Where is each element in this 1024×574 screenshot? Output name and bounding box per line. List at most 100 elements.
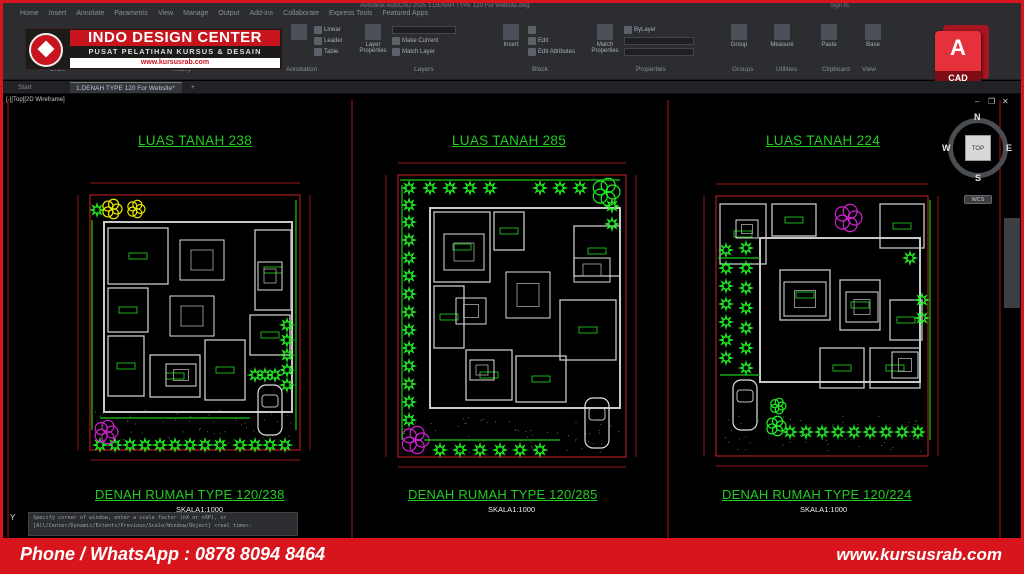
- command-line[interactable]: Specify corner of window, enter a scale …: [28, 512, 298, 536]
- grass-hatch: [169, 437, 170, 438]
- tab-annotate[interactable]: Annotate: [76, 10, 104, 22]
- drawing-canvas[interactable]: [0, 94, 1024, 538]
- tab-start[interactable]: Start: [12, 82, 38, 93]
- compass-west[interactable]: W: [942, 143, 951, 153]
- shrub-symbol: [554, 182, 566, 194]
- navigation-bar[interactable]: [1004, 218, 1020, 308]
- match-properties-icon: [597, 24, 613, 40]
- new-tab-button[interactable]: +: [185, 82, 201, 93]
- grass-hatch: [851, 439, 852, 440]
- paste-button[interactable]: Paste: [818, 24, 840, 48]
- leader-button[interactable]: Leader: [314, 37, 343, 45]
- grass-hatch: [481, 420, 482, 421]
- contact-banner: Phone / WhatsApp : 0878 8094 8464 www.ku…: [0, 538, 1024, 574]
- grass-hatch: [739, 438, 740, 439]
- base-view-button[interactable]: Base: [862, 24, 884, 48]
- tab-collaborate[interactable]: Collaborate: [283, 10, 319, 22]
- grass-hatch: [468, 417, 469, 418]
- insert-button[interactable]: Insert: [500, 24, 522, 48]
- room-wall: [205, 340, 245, 400]
- edit-block-button[interactable]: Edit: [528, 37, 548, 45]
- compass-south[interactable]: S: [975, 173, 981, 183]
- grass-hatch: [878, 416, 879, 417]
- compass-east[interactable]: E: [1006, 143, 1012, 153]
- grass-hatch: [576, 422, 577, 423]
- lineweight-dropdown[interactable]: [624, 48, 694, 56]
- grass-hatch: [495, 421, 496, 422]
- panel-label-groups[interactable]: Groups: [732, 66, 753, 73]
- grass-hatch: [575, 441, 576, 442]
- color-dropdown[interactable]: ByLayer: [624, 26, 656, 34]
- text-tool-button[interactable]: [288, 24, 310, 42]
- tab-home[interactable]: Home: [20, 10, 39, 22]
- panel-label-utilities[interactable]: Utilities: [776, 66, 797, 73]
- shrub-symbol: [740, 342, 752, 354]
- viewcube-top-face[interactable]: TOP: [965, 135, 991, 161]
- create-block-icon: [528, 26, 536, 34]
- car-symbol: [733, 380, 757, 430]
- grass-hatch: [177, 414, 178, 415]
- tab-insert[interactable]: Insert: [49, 10, 67, 22]
- make-current-button[interactable]: Make Current: [392, 37, 438, 45]
- shrub-symbol: [264, 439, 276, 451]
- shrub-symbol: [720, 298, 732, 310]
- group-button[interactable]: Group: [728, 24, 750, 48]
- color-swatch-icon: [624, 26, 632, 34]
- restore-viewport-icon[interactable]: ❐: [988, 97, 995, 106]
- panel-label-clipboard[interactable]: Clipboard: [822, 66, 850, 73]
- viewcube[interactable]: TOP N S W E WCS: [942, 110, 1014, 208]
- shrub-symbol: [279, 439, 291, 451]
- tab-express-tools[interactable]: Express Tools: [329, 10, 372, 22]
- sign-in-link[interactable]: Sign In: [830, 3, 849, 9]
- tab-active-drawing[interactable]: 1.DENAH TYPE 120 For Website*: [70, 82, 182, 93]
- grass-hatch: [224, 431, 225, 432]
- layer-dropdown[interactable]: [392, 26, 456, 34]
- edit-attributes-button[interactable]: Edit Attributes: [528, 48, 575, 56]
- grass-hatch: [142, 433, 143, 434]
- measure-button[interactable]: Measure: [768, 24, 796, 48]
- panel-label-annotation[interactable]: Annotation: [286, 66, 317, 73]
- panel-label-layers[interactable]: Layers: [414, 66, 434, 73]
- panel-label-view[interactable]: View: [862, 66, 876, 73]
- wcs-menu[interactable]: WCS: [964, 195, 992, 204]
- match-layer-button[interactable]: Match Layer: [392, 48, 435, 56]
- grass-hatch: [827, 444, 828, 445]
- grass-hatch: [469, 452, 470, 453]
- linear-dim-button[interactable]: Linear: [314, 26, 341, 34]
- tab-addins[interactable]: Add-ins: [249, 10, 273, 22]
- viewport-label[interactable]: [-][Top][2D Wireframe]: [6, 97, 65, 103]
- shrub-symbol: [534, 182, 546, 194]
- grass-hatch: [557, 433, 558, 434]
- tab-manage[interactable]: Manage: [183, 10, 208, 22]
- grass-hatch: [483, 419, 484, 420]
- create-block-button[interactable]: [528, 26, 536, 34]
- house-outline: [104, 222, 292, 412]
- make-current-icon: [392, 37, 400, 45]
- close-viewport-icon[interactable]: ✕: [1002, 97, 1009, 106]
- minimize-viewport-icon[interactable]: –: [975, 97, 979, 106]
- site-boundary: [716, 196, 928, 456]
- tab-parametric[interactable]: Parametric: [114, 10, 148, 22]
- room-wall: [434, 212, 490, 282]
- grass-hatch: [518, 430, 519, 431]
- table-button[interactable]: Table: [314, 48, 338, 56]
- grass-hatch: [790, 419, 791, 420]
- tab-output[interactable]: Output: [218, 10, 239, 22]
- grass-hatch: [271, 414, 272, 415]
- tab-view[interactable]: View: [158, 10, 173, 22]
- compass-north[interactable]: N: [974, 112, 981, 122]
- layer-properties-button[interactable]: Layer Properties: [358, 24, 388, 54]
- logo-subtitle: PUSAT PELATIHAN KURSUS & DESAIN: [70, 47, 280, 56]
- house-outline: [430, 208, 620, 408]
- autocad-letter: A: [935, 35, 981, 61]
- linetype-dropdown[interactable]: [624, 37, 694, 45]
- grass-hatch: [844, 439, 845, 440]
- match-properties-button[interactable]: Match Properties: [590, 24, 620, 54]
- tab-featured-apps[interactable]: Featured Apps: [382, 10, 428, 22]
- clipboard-icon: [821, 24, 837, 40]
- furniture-symbol: [583, 264, 601, 276]
- panel-label-properties[interactable]: Properties: [636, 66, 666, 73]
- shrub-symbol: [720, 316, 732, 328]
- block-panel: Edit Edit Attributes: [528, 26, 575, 64]
- panel-label-block[interactable]: Block: [532, 66, 548, 73]
